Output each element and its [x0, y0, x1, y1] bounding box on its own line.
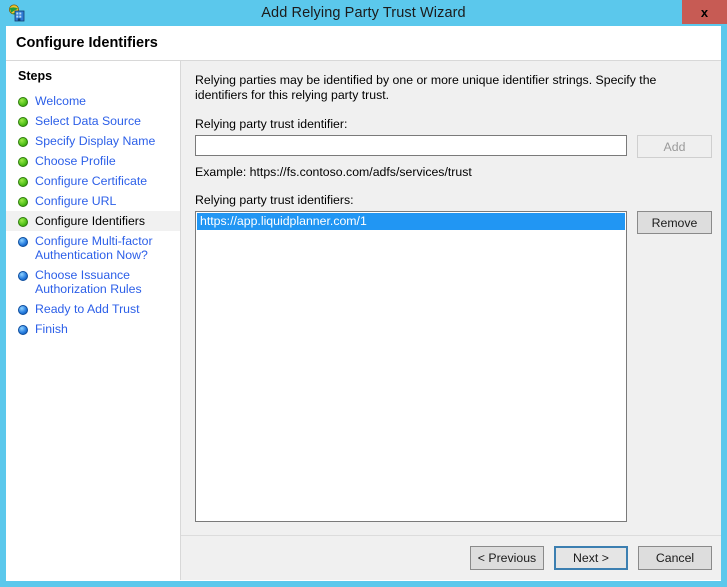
list-item[interactable]: https://app.liquidplanner.com/1 [197, 213, 625, 230]
sidebar-item-label: Ready to Add Trust [35, 302, 140, 316]
body: Steps Welcome Select Data Source Specify D… [6, 61, 721, 580]
title-bar: Add Relying Party Trust Wizard x [6, 0, 721, 26]
step-pending-icon [18, 237, 28, 247]
sidebar-item-label: Configure Certificate [35, 174, 147, 188]
step-complete-icon [18, 217, 28, 227]
sidebar-item-finish[interactable]: Finish [6, 319, 180, 339]
step-complete-icon [18, 157, 28, 167]
identifier-input-row: Add [195, 135, 712, 158]
sidebar-item-welcome[interactable]: Welcome [6, 91, 180, 111]
steps-header: Steps [6, 67, 180, 91]
steps-list: Welcome Select Data Source Specify Display… [6, 91, 180, 339]
page-header: Configure Identifiers [6, 26, 721, 61]
sidebar-item-label: Select Data Source [35, 114, 141, 128]
intro-text: Relying parties may be identified by one… [195, 73, 707, 103]
sidebar-item-ready-to-add-trust[interactable]: Ready to Add Trust [6, 299, 180, 319]
sidebar-item-configure-identifiers[interactable]: Configure Identifiers [6, 211, 180, 231]
footer-button-bar: < Previous Next > Cancel [181, 535, 721, 580]
close-icon[interactable]: x [682, 0, 727, 24]
sidebar-item-label: Specify Display Name [35, 134, 155, 148]
step-complete-icon [18, 177, 28, 187]
identifier-input[interactable] [195, 135, 627, 156]
step-complete-icon [18, 117, 28, 127]
remove-button[interactable]: Remove [637, 211, 712, 234]
main-content: Relying parties may be identified by one… [181, 61, 721, 535]
window-title: Add Relying Party Trust Wizard [6, 5, 721, 21]
step-complete-icon [18, 197, 28, 207]
sidebar-item-label: Choose Profile [35, 154, 116, 168]
window-client-area: Configure Identifiers Steps Welcome Selec… [6, 26, 721, 581]
sidebar-item-label: Welcome [35, 94, 86, 108]
identifiers-list-row: https://app.liquidplanner.com/1 Remove [195, 211, 712, 522]
main-panel: Relying parties may be identified by one… [181, 61, 721, 580]
add-button[interactable]: Add [637, 135, 712, 158]
sidebar-item-choose-profile[interactable]: Choose Profile [6, 151, 180, 171]
sidebar-item-select-data-source[interactable]: Select Data Source [6, 111, 180, 131]
identifiers-list-label: Relying party trust identifiers: [195, 193, 712, 207]
sidebar-item-configure-certificate[interactable]: Configure Certificate [6, 171, 180, 191]
steps-sidebar: Steps Welcome Select Data Source Specify D… [6, 61, 181, 580]
sidebar-item-choose-issuance-authorization-rules[interactable]: Choose Issuance Authorization Rules [6, 265, 180, 299]
identifiers-listbox[interactable]: https://app.liquidplanner.com/1 [195, 211, 627, 522]
sidebar-item-label: Configure URL [35, 194, 116, 208]
sidebar-item-label: Choose Issuance Authorization Rules [35, 268, 176, 296]
next-button[interactable]: Next > [554, 546, 628, 570]
step-pending-icon [18, 325, 28, 335]
sidebar-item-configure-url[interactable]: Configure URL [6, 191, 180, 211]
cancel-button[interactable]: Cancel [638, 546, 712, 570]
previous-button[interactable]: < Previous [470, 546, 544, 570]
step-complete-icon [18, 97, 28, 107]
adfs-relying-party-icon [8, 4, 26, 22]
sidebar-item-label: Finish [35, 322, 68, 336]
wizard-window: Add Relying Party Trust Wizard x Configu… [0, 0, 727, 587]
page-title: Configure Identifiers [16, 35, 158, 51]
sidebar-item-specify-display-name[interactable]: Specify Display Name [6, 131, 180, 151]
sidebar-item-label: Configure Multi-factor Authentication No… [35, 234, 176, 262]
sidebar-item-label: Configure Identifiers [35, 214, 145, 228]
sidebar-item-configure-multi-factor-authentication-now[interactable]: Configure Multi-factor Authentication No… [6, 231, 180, 265]
step-complete-icon [18, 137, 28, 147]
identifier-field-label: Relying party trust identifier: [195, 117, 712, 131]
example-text: Example: https://fs.contoso.com/adfs/ser… [195, 165, 712, 179]
step-pending-icon [18, 271, 28, 281]
step-pending-icon [18, 305, 28, 315]
